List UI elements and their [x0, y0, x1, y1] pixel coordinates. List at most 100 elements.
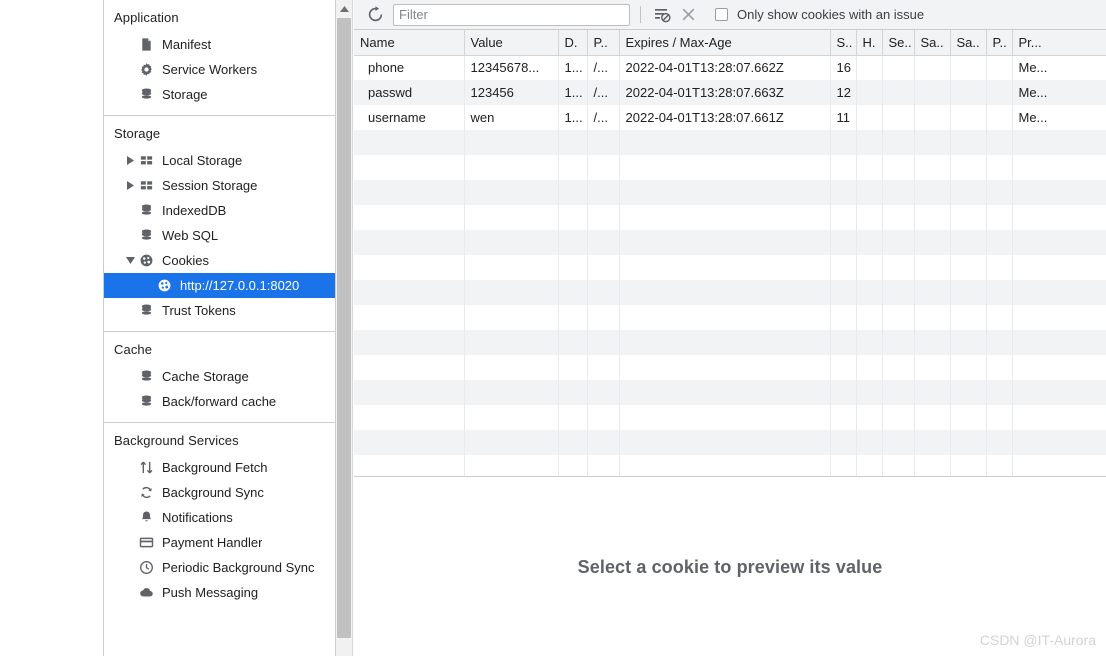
cell-samesite[interactable] [914, 55, 951, 80]
cell-size[interactable]: 11 [830, 105, 857, 130]
sidebar-item-manifest[interactable]: Manifest [104, 32, 335, 57]
cell-domain[interactable]: 1... [558, 105, 588, 130]
cell-partition[interactable] [986, 55, 1013, 80]
sidebar-scrollbar[interactable] [336, 0, 353, 656]
sidebar-item-cache-storage[interactable]: Cache Storage [104, 364, 335, 389]
cell-empty [950, 380, 987, 405]
cell-value[interactable]: wen [464, 105, 559, 130]
cell-name[interactable]: passwd [354, 80, 465, 105]
sidebar-item-storage[interactable]: Storage [104, 82, 335, 107]
cell-partition[interactable] [986, 105, 1013, 130]
cell-samesite[interactable] [914, 80, 951, 105]
devtools-application-panel: Application Manifest Service Workers Storag… [0, 0, 1106, 656]
cell-samesite2[interactable] [950, 105, 987, 130]
table-filler-row [354, 230, 1106, 255]
sidebar-item-service-workers[interactable]: Service Workers [104, 57, 335, 82]
table-row[interactable]: passwd 123456 1.../... 2022-04-01T13:28:07.… [354, 80, 1106, 105]
cell-samesite2[interactable] [950, 80, 987, 105]
cell-httponly[interactable] [856, 105, 883, 130]
filter-input[interactable] [393, 3, 630, 26]
column-header-9[interactable]: Sa.. [950, 30, 987, 56]
cell-empty [464, 255, 559, 280]
scroll-up-arrow-icon[interactable] [336, 0, 352, 17]
sidebar-item-background-sync[interactable]: Background Sync [104, 480, 335, 505]
cell-samesite[interactable] [914, 105, 951, 130]
cell-empty [1012, 155, 1106, 180]
application-sidebar[interactable]: Application Manifest Service Workers Storag… [103, 0, 336, 656]
scrollbar-thumb[interactable] [337, 18, 351, 638]
cell-expires[interactable]: 2022-04-01T13:28:07.663Z [619, 80, 831, 105]
sidebar-item-periodic-background-sync[interactable]: Periodic Background Sync [104, 555, 335, 580]
cell-httponly[interactable] [856, 55, 883, 80]
table-row[interactable]: phone 12345678... 1.../... 2022-04-01T13:28… [354, 55, 1106, 80]
cell-path[interactable]: /... [587, 105, 620, 130]
cell-empty [464, 130, 559, 155]
cell-domain[interactable]: 1... [558, 80, 588, 105]
column-header-5[interactable]: S.. [830, 30, 857, 56]
cell-samesite2[interactable] [950, 55, 987, 80]
cell-value[interactable]: 12345678... [464, 55, 559, 80]
cell-size[interactable]: 12 [830, 80, 857, 105]
column-header-3[interactable]: P.. [587, 30, 620, 56]
clear-filtered-cookies-icon[interactable] [649, 3, 675, 27]
column-header-8[interactable]: Sa.. [914, 30, 951, 56]
chevron-down-icon[interactable] [124, 255, 136, 267]
cell-secure[interactable] [882, 105, 915, 130]
cell-name[interactable]: username [354, 105, 465, 130]
sidebar-item-local-storage[interactable]: Local Storage [104, 148, 335, 173]
cell-path[interactable]: /... [587, 55, 620, 80]
cell-name[interactable]: phone [354, 55, 465, 80]
cell-empty [558, 155, 588, 180]
cell-priority[interactable]: Me... [1012, 105, 1106, 130]
cell-domain[interactable]: 1... [558, 55, 588, 80]
cell-priority[interactable]: Me... [1012, 80, 1106, 105]
bell-icon [138, 510, 155, 526]
cell-priority[interactable]: Me... [1012, 55, 1106, 80]
table-row[interactable]: username wen 1.../... 2022-04-01T13:28:07.6… [354, 105, 1106, 130]
column-header-1[interactable]: Value [464, 30, 559, 56]
sidebar-item-background-fetch[interactable]: Background Fetch [104, 455, 335, 480]
refresh-icon[interactable] [362, 3, 388, 27]
cell-empty [882, 430, 915, 455]
chevron-right-icon[interactable] [124, 155, 136, 167]
column-header-10[interactable]: P.. [986, 30, 1013, 56]
sidebar-item-cookies[interactable]: Cookies [104, 248, 335, 273]
chevron-right-icon[interactable] [124, 180, 136, 192]
column-header-11[interactable]: Pr... [1012, 30, 1106, 56]
table-body[interactable]: phone 12345678... 1.../... 2022-04-01T13:28… [354, 55, 1106, 476]
cell-path[interactable]: /... [587, 80, 620, 105]
column-header-0[interactable]: Name [354, 30, 465, 56]
sidebar-item-payment-handler[interactable]: Payment Handler [104, 530, 335, 555]
cell-secure[interactable] [882, 80, 915, 105]
cell-empty [619, 155, 831, 180]
cookies-table-container[interactable]: Name Value D. P.. Expires / Max-Age S.. H. Se..… [354, 30, 1106, 477]
sidebar-item-trust-tokens[interactable]: Trust Tokens [104, 298, 335, 323]
sidebar-item-notifications[interactable]: Notifications [104, 505, 335, 530]
cell-empty [914, 280, 951, 305]
cell-secure[interactable] [882, 55, 915, 80]
delete-selected-cookie-icon[interactable] [675, 3, 701, 27]
cell-expires[interactable]: 2022-04-01T13:28:07.661Z [619, 105, 831, 130]
column-header-7[interactable]: Se.. [882, 30, 915, 56]
sidebar-item-indexeddb[interactable]: IndexedDB [104, 198, 335, 223]
only-show-issues-checkbox-row[interactable]: Only show cookies with an issue [715, 7, 924, 22]
cell-empty [986, 430, 1013, 455]
column-header-2[interactable]: D. [558, 30, 588, 56]
sidebar-item-session-storage[interactable]: Session Storage [104, 173, 335, 198]
cookies-main-panel: Only show cookies with an issue NameValu… [354, 0, 1106, 656]
cell-expires[interactable]: 2022-04-01T13:28:07.662Z [619, 55, 831, 80]
sidebar-item-web-sql[interactable]: Web SQL [104, 223, 335, 248]
column-header-4[interactable]: Expires / Max-Age [619, 30, 831, 56]
cell-size[interactable]: 16 [830, 55, 857, 80]
cell-value[interactable]: 123456 [464, 80, 559, 105]
only-show-issues-checkbox[interactable] [715, 8, 728, 21]
sidebar-item-push-messaging[interactable]: Push Messaging [104, 580, 335, 605]
column-header-6[interactable]: H. [856, 30, 883, 56]
cell-httponly[interactable] [856, 80, 883, 105]
table-header-row[interactable]: Name Value D. P.. Expires / Max-Age S.. H. Se..… [354, 30, 1106, 56]
sidebar-item-http-127-0-0-1-8020[interactable]: http://127.0.0.1:8020 [104, 273, 335, 298]
cell-partition[interactable] [986, 80, 1013, 105]
sidebar-item-back-forward-cache[interactable]: Back/forward cache [104, 389, 335, 414]
cell-empty [558, 255, 588, 280]
